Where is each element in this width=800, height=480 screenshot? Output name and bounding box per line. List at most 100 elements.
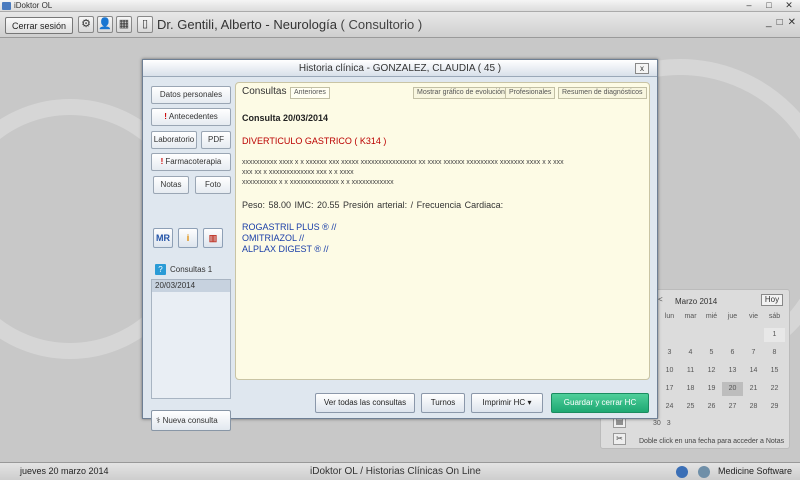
calendar-grid: lun mar mié jue vie sáb 1 3 4 5 6 7 8 10 11 12 13 14 15 17 1… (659, 310, 785, 414)
print-label: Imprimir HC (482, 398, 526, 407)
tab-previous[interactable]: Anteriores (290, 87, 330, 99)
tools-icon[interactable]: ✂ (613, 433, 626, 445)
calendar-month: Marzo 2014 (675, 297, 718, 306)
app-minimize-icon[interactable]: _ (766, 17, 772, 28)
gear-icon[interactable]: ⚙ (78, 16, 94, 33)
calendar-day[interactable]: 7 (743, 346, 764, 360)
dialog-nav: Datos personales ! Antecedentes Laborator… (147, 80, 233, 431)
calendar-day (743, 328, 764, 342)
medication-item: OMITRIAZOL // (242, 233, 305, 243)
calendar-day[interactable]: 17 (659, 382, 680, 396)
calendar-icon[interactable]: ▦ (116, 16, 132, 33)
app-close-icon[interactable]: ✕ (788, 17, 796, 28)
tab-evolution-chart[interactable]: Mostrar gráfico de evolución (413, 87, 509, 99)
calendar-day[interactable]: 13 (722, 364, 743, 378)
calendar-day[interactable]: 28 (743, 400, 764, 414)
network-icon[interactable] (676, 466, 688, 478)
calendar-day[interactable]: 21 (743, 382, 764, 396)
consult-list: 20/03/2014 (151, 279, 231, 399)
calendar-day[interactable]: 5 (701, 346, 722, 360)
info-icon[interactable]: i (178, 228, 198, 248)
consult-document: Consulta 20/03/2014 DIVERTICULO GASTRICO… (242, 113, 642, 255)
calendar-day[interactable]: 20 (722, 382, 743, 396)
shifts-button[interactable]: Turnos (421, 393, 465, 413)
consult-panel: Consultas Anteriores Mostrar gráfico de … (235, 82, 650, 380)
print-button[interactable]: Imprimir HC ▾ (471, 393, 543, 413)
all-consults-button[interactable]: Ver todas las consultas (315, 393, 415, 413)
status-brand: Medicine Software (717, 466, 792, 476)
note-line: xxxxxxxxxx x x xxxxxxxxxxxxxx x x xxxxxx… (242, 179, 394, 186)
warning-icon: ! (160, 157, 164, 166)
calendar-weekday: lun (664, 313, 675, 320)
calendar-day[interactable]: 1 (764, 328, 785, 342)
consult-diagnosis: DIVERTICULO GASTRICO ( K314 ) (242, 136, 387, 146)
background-button[interactable]: ! Antecedentes (151, 108, 231, 126)
calendar-weekday: vie (749, 313, 758, 320)
calendar-day[interactable]: 3 (659, 346, 680, 360)
calendar-day[interactable]: 27 (722, 400, 743, 414)
book-icon[interactable]: ▥ (203, 228, 223, 248)
mr-button[interactable]: MR (153, 228, 173, 248)
calendar-day[interactable]: 8 (764, 346, 785, 360)
pdf-button[interactable]: PDF (201, 131, 231, 149)
photo-button[interactable]: Foto (195, 176, 231, 194)
window-controls: – □ ✕ (740, 0, 798, 11)
consult-notes: xxxxxxxxxx xxxx x x xxxxxx xxx xxxxx xxx… (242, 158, 642, 188)
note-line: xxx xx x xxxxxxxxxxxxx xxx x x xxxx (242, 169, 354, 176)
doctor-name: Dr. Gentili, Alberto - Neurología (157, 17, 337, 32)
lab-button[interactable]: Laboratorio (151, 131, 197, 149)
calendar-day[interactable]: 14 (743, 364, 764, 378)
note-line: xxxxxxxxxx xxxx x x xxxxxx xxx xxxxx xxx… (242, 159, 564, 166)
close-icon[interactable]: ✕ (780, 0, 798, 11)
statusbar: jueves 20 marzo 2014 iDoktor OL / Histor… (0, 462, 800, 480)
consults-count-label: Consultas 1 (170, 265, 213, 274)
pharmacotherapy-button[interactable]: ! Farmacoterapia (151, 153, 231, 171)
list-item[interactable]: 20/03/2014 (152, 280, 230, 292)
calendar-day[interactable]: 12 (701, 364, 722, 378)
tab-professionals[interactable]: Profesionales (505, 87, 556, 99)
warning-icon: ! (164, 112, 167, 121)
help-icon[interactable]: ? (155, 264, 166, 275)
calendar-weekday: mié (705, 313, 718, 320)
calendar-day (659, 328, 680, 342)
calendar-today-button[interactable]: Hoy (761, 294, 783, 306)
user-icon[interactable]: 👤 (97, 16, 113, 33)
calendar-prev-button[interactable]: < (658, 295, 668, 305)
personal-data-button[interactable]: Datos personales (151, 86, 231, 104)
dialog-close-button[interactable]: x (635, 63, 649, 74)
calendar-day[interactable]: 15 (764, 364, 785, 378)
calendar-day[interactable]: 10 (659, 364, 680, 378)
save-close-button[interactable]: Guardar y cerrar HC (551, 393, 649, 413)
calendar-day (680, 328, 701, 342)
calendar-day[interactable]: 3 (667, 420, 671, 427)
calendar-day[interactable]: 4 (680, 346, 701, 360)
maximize-icon[interactable]: □ (760, 0, 778, 11)
logout-button[interactable]: Cerrar sesión (5, 17, 73, 34)
calendar-day[interactable]: 11 (680, 364, 701, 378)
globe-icon[interactable] (698, 466, 710, 478)
document-icon[interactable]: ▯ (137, 16, 153, 33)
calendar-day[interactable]: 18 (680, 382, 701, 396)
calendar-day[interactable]: 24 (659, 400, 680, 414)
calendar-day[interactable]: 19 (701, 382, 722, 396)
tab-consultas[interactable]: Consultas (242, 86, 286, 97)
notes-button[interactable]: Notas (153, 176, 189, 194)
doctor-title: Dr. Gentili, Alberto - Neurología ( Cons… (157, 17, 422, 32)
app-window-controls: _ □ ✕ (766, 17, 796, 28)
dialog-title: Historia clínica - GONZALEZ, CLAUDIA ( 4… (143, 60, 657, 77)
calendar-day[interactable]: 22 (764, 382, 785, 396)
consult-vitals: Peso: 58.00 IMC: 20.55 Presión arterial:… (242, 200, 504, 210)
tab-diagnosis-summary[interactable]: Resumen de diagnósticos (558, 87, 647, 99)
stethoscope-icon: ⚕ (156, 416, 161, 425)
new-consult-button[interactable]: ⚕ Nueva consulta (151, 410, 231, 431)
calendar-day[interactable]: 6 (722, 346, 743, 360)
medication-item: ROGASTRIL PLUS ® // (242, 222, 337, 232)
medication-item: ALPLAX DIGEST ® // (242, 244, 329, 254)
app-maximize-icon[interactable]: □ (777, 17, 783, 28)
calendar-day[interactable]: 30 (653, 420, 661, 427)
calendar-day[interactable]: 26 (701, 400, 722, 414)
calendar-day[interactable]: 25 (680, 400, 701, 414)
calendar-day[interactable]: 29 (764, 400, 785, 414)
os-titlebar: iDoktor OL – □ ✕ (0, 0, 800, 12)
minimize-icon[interactable]: – (740, 0, 758, 11)
